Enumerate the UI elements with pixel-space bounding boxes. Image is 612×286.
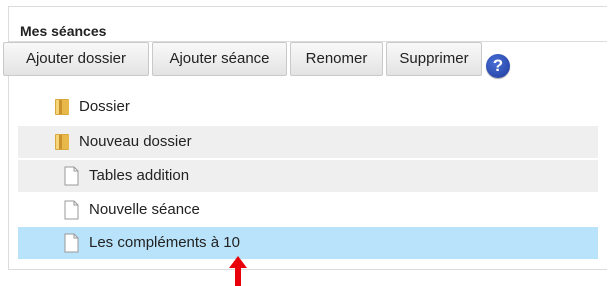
document-icon (64, 200, 79, 220)
folder-icon (55, 134, 69, 150)
panel-title: Mes séances (20, 23, 107, 39)
panel-header: Mes séances (9, 7, 607, 42)
tree-item-label: Nouvelle séance (89, 201, 200, 218)
tree-item-label: Nouveau dossier (79, 133, 192, 150)
tree-item-label: Tables addition (89, 167, 190, 184)
document-icon (64, 166, 79, 186)
help-icon[interactable]: ? (486, 54, 510, 78)
tree-item-nouvelle-seance[interactable]: Nouvelle séance (18, 194, 598, 226)
tree-item-dossier[interactable]: Dossier (18, 91, 598, 123)
add-session-button[interactable]: Ajouter séance (152, 42, 287, 76)
red-arrow-up-icon (229, 256, 247, 286)
document-icon (64, 233, 79, 253)
tree-item-nouveau-dossier[interactable]: Nouveau dossier (18, 126, 598, 158)
add-folder-button[interactable]: Ajouter dossier (3, 42, 149, 76)
delete-button[interactable]: Supprimer (386, 42, 482, 76)
tree-item-les-complements[interactable]: Les compléments à 10 (18, 227, 598, 259)
tree-item-label: Les compléments à 10 (89, 234, 240, 251)
tree-item-tables-addition[interactable]: Tables addition (18, 160, 598, 192)
tree-item-label: Dossier (79, 98, 130, 115)
rename-button[interactable]: Renomer (290, 42, 383, 76)
folder-icon (55, 99, 69, 115)
